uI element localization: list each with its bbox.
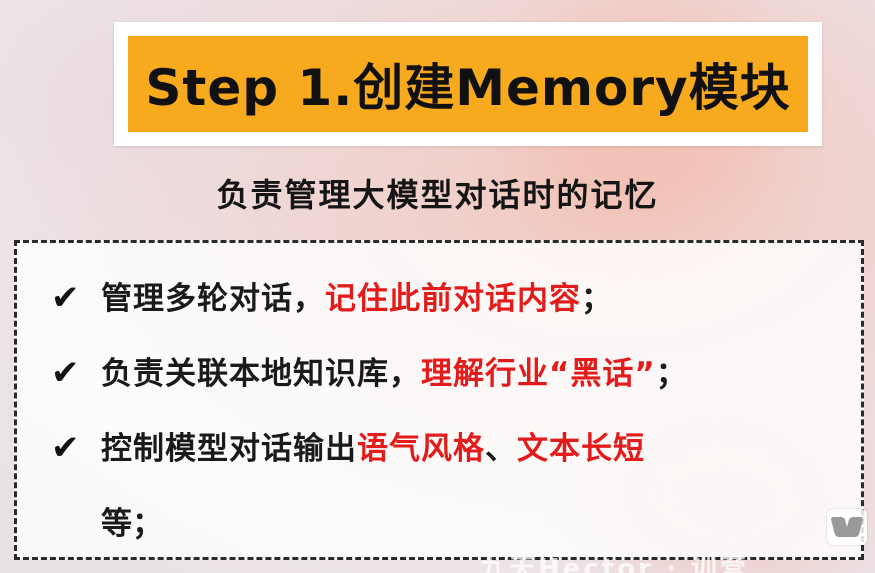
check-icon: ✔ xyxy=(51,353,81,393)
bullet-highlight: 记住此前对话内容 xyxy=(325,281,581,317)
bullet-text: 控制模型对话输出 xyxy=(101,431,357,467)
bullet-highlight: 语气风格 xyxy=(357,431,485,467)
watermark-text: 九天Hector · 训营 xyxy=(480,554,749,573)
bullet-highlight: 文本长短 xyxy=(517,431,645,467)
bullet-text: 管理多轮对话， xyxy=(101,281,325,317)
slide-subtitle: 负责管理大模型对话时的记忆 xyxy=(216,176,659,214)
bullet-item: ✔ 控制模型对话输出语气风格、文本长短 xyxy=(51,423,645,468)
check-icon: ✔ xyxy=(51,428,81,468)
check-icon: ✔ xyxy=(51,278,81,318)
bullet-list-box: ✔ 管理多轮对话，记住此前对话内容； ✔ 负责关联本地知识库，理解行业“黑话”； ✔… xyxy=(14,240,864,560)
bullet-separator: 、 xyxy=(485,431,517,467)
bullet-item: ✔ 管理多轮对话，记住此前对话内容； xyxy=(51,273,613,318)
title-banner: Step 1.创建Memory模块 xyxy=(128,36,808,132)
bullet-item: ✔ 负责关联本地知识库，理解行业“黑话”； xyxy=(51,348,688,393)
bullet-text: 负责关联本地知识库， xyxy=(101,356,421,392)
slide-title: Step 1.创建Memory模块 xyxy=(145,59,791,117)
bullet-end: ； xyxy=(581,281,613,317)
corner-logo-icon xyxy=(827,509,867,545)
bullet-continuation: 等； xyxy=(101,506,163,542)
bullet-end: ； xyxy=(655,356,688,392)
bullet-highlight: 理解行业“黑话” xyxy=(421,356,656,392)
